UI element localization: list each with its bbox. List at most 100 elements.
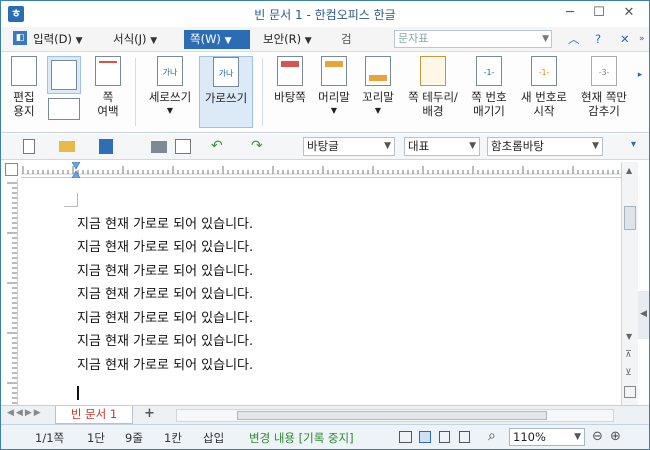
document-line[interactable]: 지금 현재 가로로 되어 있습니다. bbox=[77, 260, 253, 279]
page-number-icon: -1- bbox=[476, 56, 502, 86]
ruler-corner[interactable] bbox=[5, 163, 18, 176]
ruler-ticks bbox=[21, 161, 621, 179]
header-icon bbox=[321, 56, 347, 86]
redo-icon[interactable]: ↷ bbox=[251, 139, 267, 154]
tab-nav-icons[interactable]: ◀◀▶▶ bbox=[7, 408, 43, 418]
margin-icon bbox=[95, 56, 121, 86]
menu-page[interactable]: 쪽(W) ▼ bbox=[184, 30, 250, 49]
chevron-left-icon: ◀ bbox=[640, 309, 647, 319]
paper-icon bbox=[11, 56, 37, 86]
vertical-ruler[interactable] bbox=[4, 179, 18, 405]
menu-security[interactable]: 보안(R) ▼ bbox=[263, 30, 312, 49]
zoom-select[interactable]: 110% ▼ bbox=[509, 428, 585, 446]
vertical-scrollbar[interactable]: ▲ ▼ ⊼ ⊻ bbox=[621, 162, 638, 405]
document-line[interactable]: 지금 현재 가로로 되어 있습니다. bbox=[77, 236, 253, 255]
view-normal-icon[interactable] bbox=[399, 431, 412, 443]
chevron-down-icon: ▼ bbox=[374, 106, 382, 115]
chevron-down-icon: ▼ bbox=[469, 141, 476, 151]
document-area[interactable]: 지금 현재 가로로 되어 있습니다. 지금 현재 가로로 되어 있습니다. 지금… bbox=[20, 179, 620, 405]
vertical-scroll-thumb[interactable] bbox=[624, 206, 636, 230]
menu-scroll-icon[interactable]: 검 bbox=[341, 30, 352, 49]
portrait-button[interactable]: 가나 세로쓰기 ▼ bbox=[143, 56, 197, 128]
close-doc-icon[interactable]: ✕ bbox=[620, 30, 630, 49]
view-page-icon[interactable] bbox=[419, 431, 431, 443]
page-number-button[interactable]: -1- 쪽 번호 매기기 bbox=[467, 56, 511, 128]
title-bar: ㅎ 빈 문서 1 - 한컴오피스 한글 ─ ☐ ✕ bbox=[1, 1, 649, 27]
chevron-down-icon: ▼ bbox=[166, 106, 174, 115]
background-page-icon bbox=[277, 56, 303, 86]
chevron-down-icon: ▼ bbox=[75, 36, 83, 46]
window-title: 빈 문서 1 - 한컴오피스 한글 bbox=[254, 8, 396, 22]
page-landscape-small-button[interactable] bbox=[47, 98, 81, 128]
view-web-icon[interactable] bbox=[459, 431, 470, 443]
close-button[interactable]: ✕ bbox=[615, 3, 643, 23]
header-button[interactable]: 머리말 ▼ bbox=[313, 56, 355, 128]
document-line[interactable]: 지금 현재 가로로 되어 있습니다. bbox=[77, 283, 253, 302]
menu-input[interactable]: 입력(D) ▼ bbox=[33, 30, 83, 49]
hwp-window: ㅎ 빈 문서 1 - 한컴오피스 한글 ─ ☐ ✕ ◧ 입력(D) ▼ 서식(J… bbox=[0, 0, 650, 450]
vruler-ticks bbox=[7, 182, 17, 404]
toolbar-options-icon[interactable]: ▾ bbox=[631, 139, 647, 154]
prev-page-icon[interactable]: ⊼ bbox=[625, 350, 632, 360]
add-tab-button[interactable]: + bbox=[144, 406, 155, 421]
document-tab[interactable]: 빈 문서 1 bbox=[55, 406, 133, 424]
chevron-down-icon: ▼ bbox=[592, 141, 599, 151]
scroll-up-icon[interactable]: ▲ bbox=[626, 166, 632, 175]
document-line[interactable]: 지금 현재 가로로 되어 있습니다. bbox=[77, 330, 253, 349]
document-line[interactable]: 지금 현재 가로로 되어 있습니다. bbox=[77, 213, 253, 232]
ribbon-more-icon[interactable]: ▸ bbox=[634, 68, 646, 88]
side-panel-grip[interactable]: ◀ bbox=[638, 291, 649, 339]
new-number-button[interactable]: -1- 새 번호로 시작 bbox=[515, 56, 573, 128]
save-icon[interactable] bbox=[99, 139, 113, 154]
background-page-button[interactable]: 바탕쪽 bbox=[269, 56, 311, 128]
footer-icon bbox=[365, 56, 391, 86]
page-border-button[interactable]: 쪽 테두리/ 배경 bbox=[401, 56, 465, 128]
document-line[interactable]: 지금 현재 가로로 되어 있습니다. bbox=[77, 354, 253, 373]
page-border-icon bbox=[420, 56, 446, 86]
new-document-icon[interactable] bbox=[23, 139, 35, 154]
maximize-button[interactable]: ☐ bbox=[585, 3, 613, 23]
menu-format[interactable]: 서식(J) ▼ bbox=[113, 30, 157, 49]
print-icon[interactable] bbox=[151, 141, 167, 153]
margin-corner-mark bbox=[64, 193, 78, 207]
scroll-down-icon[interactable]: ▼ bbox=[626, 332, 632, 341]
status-column: 1칸 bbox=[164, 431, 182, 445]
zoom-out-icon[interactable]: ⊖ bbox=[592, 429, 603, 444]
style-select[interactable]: 바탕글 ▼ bbox=[303, 137, 395, 156]
page-portrait-small-button[interactable] bbox=[47, 56, 81, 94]
document-line[interactable]: 지금 현재 가로로 되어 있습니다. bbox=[77, 307, 253, 326]
help-icon[interactable]: ? bbox=[595, 30, 601, 49]
font-select[interactable]: 함초롬바탕 ▼ bbox=[487, 137, 603, 156]
page-margin-button[interactable]: 쪽 여백 bbox=[89, 56, 127, 128]
symbol-search-input[interactable]: 문자표 ▼ bbox=[394, 30, 552, 48]
document-tab-bar: ◀◀▶▶ 빈 문서 1 + bbox=[1, 405, 649, 424]
footer-button[interactable]: 꼬리말 ▼ bbox=[357, 56, 399, 128]
text-cursor bbox=[77, 386, 79, 400]
horizontal-writing-icon: 가나 bbox=[213, 57, 239, 87]
print-preview-icon[interactable] bbox=[175, 139, 191, 154]
status-page[interactable]: 1/1쪽 bbox=[35, 430, 64, 446]
more-icon[interactable]: » bbox=[639, 30, 645, 49]
ribbon-divider bbox=[135, 58, 136, 126]
zoom-in-icon[interactable]: ⊕ bbox=[610, 429, 621, 444]
edit-paper-button[interactable]: 편집 용지 bbox=[5, 56, 43, 128]
horizontal-scrollbar[interactable] bbox=[176, 409, 614, 422]
hide-current-page-button[interactable]: -3- 현재 쪽만 감추기 bbox=[575, 56, 633, 128]
chevron-down-icon: ▼ bbox=[330, 106, 338, 115]
undo-icon[interactable]: ↶ bbox=[211, 139, 227, 154]
horizontal-ruler[interactable] bbox=[21, 161, 621, 179]
next-page-icon[interactable]: ⊻ bbox=[625, 368, 632, 378]
view-split-icon[interactable] bbox=[624, 386, 636, 398]
status-insert-mode[interactable]: 삽입 bbox=[203, 430, 224, 446]
quick-access-icon[interactable]: ◧ bbox=[13, 31, 27, 45]
view-outline-icon[interactable] bbox=[439, 431, 450, 443]
horizontal-scroll-thumb[interactable] bbox=[237, 411, 547, 420]
minimize-button[interactable]: ─ bbox=[556, 3, 584, 23]
landscape-button[interactable]: 가나 가로쓰기 bbox=[199, 56, 253, 128]
collapse-ribbon-icon[interactable]: ︿ bbox=[568, 30, 580, 49]
status-track-changes[interactable]: 변경 내용 [기록 중지] bbox=[249, 430, 354, 446]
font-language-select[interactable]: 대표 ▼ bbox=[404, 137, 480, 156]
open-folder-icon[interactable] bbox=[59, 141, 75, 152]
menu-bar: ◧ 입력(D) ▼ 서식(J) ▼ 쪽(W) ▼ 보안(R) ▼ 검 문자표 ▼ … bbox=[1, 27, 649, 51]
zoom-icon[interactable]: ⌕ bbox=[488, 428, 496, 444]
